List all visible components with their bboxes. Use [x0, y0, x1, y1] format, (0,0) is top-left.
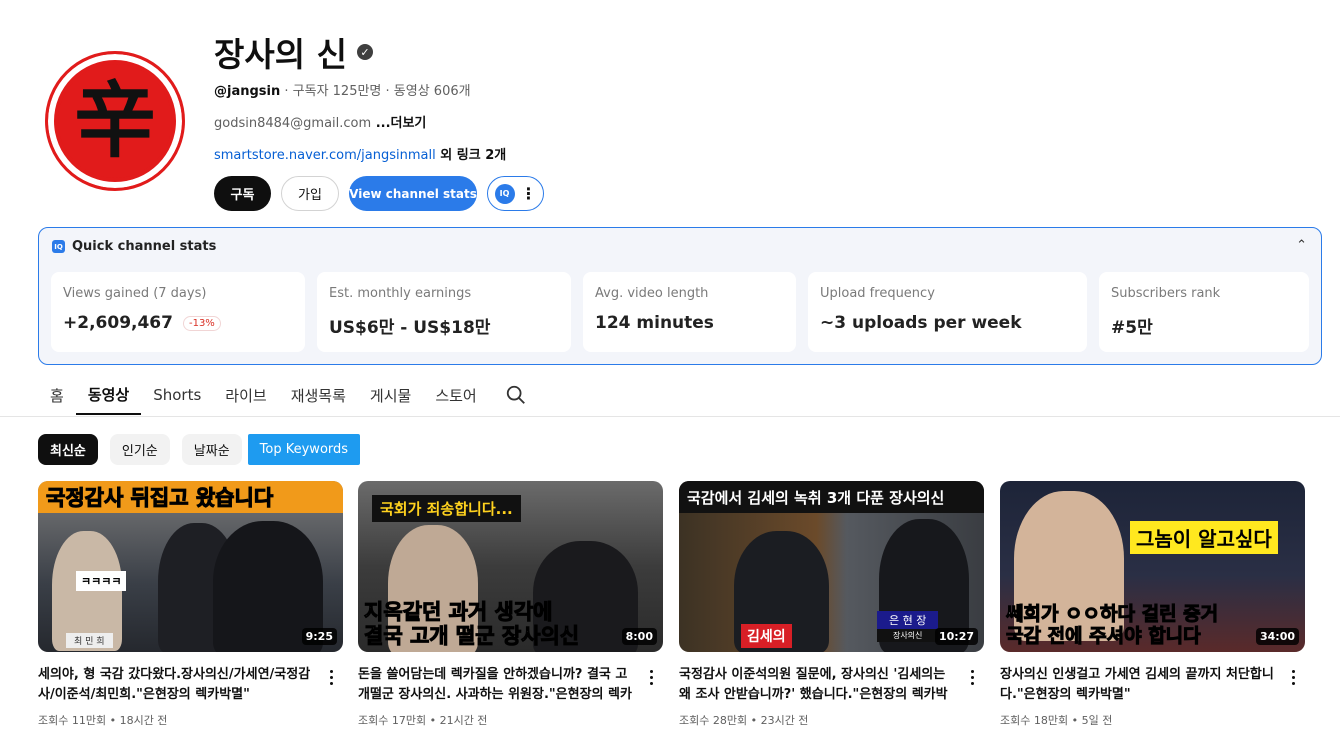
video-card[interactable]: 국감에서 김세의 녹취 3개 다푼 장사의신 김세의 은 현 장 장사의신 10… [679, 481, 984, 728]
channel-links: smartstore.naver.com/jangsinmall 외 링크 2개 [214, 144, 506, 163]
video-thumbnail[interactable]: 국감에서 김세의 녹취 3개 다푼 장사의신 김세의 은 현 장 장사의신 10… [679, 481, 984, 652]
thumbnail-line-1: 지옥같던 과거 생각에 [363, 599, 553, 624]
stat-label: Est. monthly earnings [329, 286, 472, 301]
video-meta: 조회수 17만회 • 21시간 전 [358, 714, 488, 727]
channel-name: 장사의 신 [214, 35, 347, 74]
stat-card-earnings: Est. monthly earnings US$6만 - US$18만 [317, 272, 571, 352]
video-title[interactable]: 국정감사 이준석의원 질문에, 장사의신 '김세의는 왜 조사 안받습니까?' … [679, 665, 984, 705]
avatar-logo-char: 辛 [73, 73, 156, 169]
view-channel-stats-button[interactable]: View channel stats [349, 176, 477, 211]
stat-label: Subscribers rank [1111, 286, 1221, 301]
chip-popular[interactable]: 인기순 [109, 434, 170, 465]
more-links[interactable]: 외 링크 2개 [436, 148, 506, 163]
video-thumbnail[interactable]: 국정감사 뒤집고 왔습니다 ㅋㅋㅋㅋ 최 민 희 9:25 [38, 481, 343, 652]
stats-title: Quick channel stats [72, 239, 217, 254]
stat-value-text: +2,609,467 [63, 313, 173, 333]
video-menu-icon[interactable] [323, 665, 339, 689]
chip-latest[interactable]: 최신순 [38, 434, 98, 465]
video-meta: 조회수 18만회 • 5일 전 [1000, 714, 1113, 727]
video-card[interactable]: 그놈이 알고싶다 쎄희가 ㅇㅇ하다 걸린 증거 국감 전에 주셔야 합니다 34… [1000, 481, 1305, 728]
stat-card-length: Avg. video length 124 minutes [583, 272, 796, 352]
nameplate-name: 은 현 장 [877, 611, 939, 629]
verified-icon: ✓ [356, 44, 373, 60]
join-button[interactable]: 가입 [281, 176, 339, 211]
collapse-chevron-icon[interactable]: ⌃ [1296, 238, 1307, 253]
stat-card-rank: Subscribers rank #5만 [1099, 272, 1309, 352]
chip-oldest[interactable]: 날짜순 [181, 434, 242, 465]
thumbnail-caption: 국정감사 뒤집고 왔습니다 [38, 481, 343, 513]
thumbnail-line-1: 쎄희가 ㅇㅇ하다 걸린 증거 [1005, 603, 1219, 626]
stat-label: Upload frequency [820, 286, 935, 301]
stats-header[interactable]: IQ Quick channel stats [52, 239, 216, 254]
thumbnail-overlay-text: ㅋㅋㅋㅋ [76, 571, 127, 591]
channel-handle: @jangsin [214, 84, 281, 99]
stat-value: +2,609,467 -13% [63, 313, 293, 333]
tab-videos[interactable]: 동영상 [75, 375, 142, 415]
tab-home[interactable]: 홈 [38, 375, 76, 415]
extension-menu-button[interactable]: IQ ⋮ [487, 176, 544, 211]
video-duration: 8:00 [621, 628, 657, 645]
change-badge: -13% [182, 315, 221, 331]
more-link[interactable]: ...더보기 [371, 116, 427, 131]
extension-logo-icon: IQ [494, 183, 515, 204]
stat-card-frequency: Upload frequency ~3 uploads per week [808, 272, 1087, 352]
tab-shorts[interactable]: Shorts [141, 375, 213, 415]
video-title[interactable]: 돈을 쓸어담는데 렉카질을 안하겠습니까? 결국 고개떨군 장사의신. 사과하는… [358, 665, 663, 705]
thumbnail-caption: 국감에서 김세의 녹취 3개 다푼 장사의신 [679, 481, 984, 513]
thumbnail-line-2: 국감 전에 주셔야 합니다 [1005, 625, 1201, 648]
video-title[interactable]: 세의야, 형 국감 갔다왔다.장사의신/가세연/국정감사/이준석/최민희."은현… [38, 665, 343, 705]
stat-label: Avg. video length [595, 286, 709, 301]
channel-title: 장사의 신 ✓ [214, 28, 373, 76]
tabs-divider [0, 416, 1340, 417]
stat-value: 124 minutes [595, 313, 714, 333]
more-vert-icon: ⋮ [520, 183, 537, 203]
tab-playlists[interactable]: 재생목록 [279, 375, 358, 415]
stat-value: US$6만 - US$18만 [329, 318, 491, 338]
chip-top-keywords[interactable]: Top Keywords [247, 434, 361, 465]
thumbnail-nameplate: 최 민 희 [66, 633, 113, 648]
stat-value: #5만 [1111, 318, 1153, 338]
video-duration: 10:27 [934, 628, 978, 645]
stat-value: ~3 uploads per week [820, 313, 1022, 333]
video-thumbnail[interactable]: 그놈이 알고싶다 쎄희가 ㅇㅇ하다 걸린 증거 국감 전에 주셔야 합니다 34… [1000, 481, 1305, 652]
channel-email: godsin8484@gmail.com [214, 116, 372, 131]
video-thumbnail[interactable]: 국회가 죄송합니다... 지옥같던 과거 생각에 결국 고개 떨군 장사의신 8… [358, 481, 663, 652]
subscribe-button[interactable]: 구독 [214, 176, 271, 211]
stat-label: Views gained (7 days) [63, 286, 207, 301]
stats-logo-icon: IQ [52, 240, 65, 253]
channel-meta: @jangsin · 구독자 125만명 · 동영상 606개 [214, 80, 471, 99]
channel-link[interactable]: smartstore.naver.com/jangsinmall [214, 148, 436, 163]
channel-avatar[interactable]: 辛 [42, 48, 188, 194]
quick-channel-stats: IQ Quick channel stats ⌃ Views gained (7… [38, 227, 1322, 365]
thumbnail-bottom-caption: 지옥같던 과거 생각에 결국 고개 떨군 장사의신 [363, 599, 580, 648]
video-meta: 조회수 28만회 • 23시간 전 [679, 714, 809, 727]
stat-card-views: Views gained (7 days) +2,609,467 -13% [51, 272, 305, 352]
channel-description[interactable]: godsin8484@gmail.com ...더보기 [214, 112, 426, 131]
video-menu-icon[interactable] [964, 665, 980, 689]
video-duration: 9:25 [301, 628, 337, 645]
thumbnail-nameplate: 은 현 장 장사의신 [877, 611, 939, 642]
tab-live[interactable]: 라이브 [213, 375, 278, 415]
video-menu-icon[interactable] [1285, 665, 1301, 689]
thumbnail-bottom-caption: 쎄희가 ㅇㅇ하다 걸린 증거 국감 전에 주셔야 합니다 [1005, 603, 1219, 648]
video-card[interactable]: 국회가 죄송합니다... 지옥같던 과거 생각에 결국 고개 떨군 장사의신 8… [358, 481, 663, 728]
thumbnail-caption: 그놈이 알고싶다 [1130, 521, 1278, 554]
sort-chips: 최신순 인기순 날짜순 Top Keywords [38, 434, 361, 465]
thumbnail-caption: 국회가 죄송합니다... [372, 495, 521, 522]
thumbnail-line-2: 결국 고개 떨군 장사의신 [363, 623, 580, 648]
nameplate-sub: 장사의신 [877, 629, 939, 642]
video-duration: 34:00 [1255, 628, 1299, 645]
video-title[interactable]: 장사의신 인생걸고 가세연 김세의 끝까지 처단합니다."은현장의 렉카박멸" [1000, 665, 1305, 705]
channel-actions: 구독 가입 View channel stats IQ ⋮ [214, 176, 544, 211]
channel-counts: · 구독자 125만명 · 동영상 606개 [280, 84, 471, 99]
video-menu-icon[interactable] [643, 665, 659, 689]
search-icon[interactable] [497, 375, 535, 415]
video-card[interactable]: 국정감사 뒤집고 왔습니다 ㅋㅋㅋㅋ 최 민 희 9:25 세의야, 형 국감 … [38, 481, 343, 728]
video-meta: 조회수 11만회 • 18시간 전 [38, 714, 168, 727]
channel-tabs: 홈 동영상 Shorts 라이브 재생목록 게시물 스토어 [38, 375, 535, 415]
tab-store[interactable]: 스토어 [423, 375, 488, 415]
avatar-ring: 辛 [45, 51, 185, 191]
thumbnail-tag: 김세의 [741, 624, 792, 648]
tab-posts[interactable]: 게시물 [358, 375, 423, 415]
